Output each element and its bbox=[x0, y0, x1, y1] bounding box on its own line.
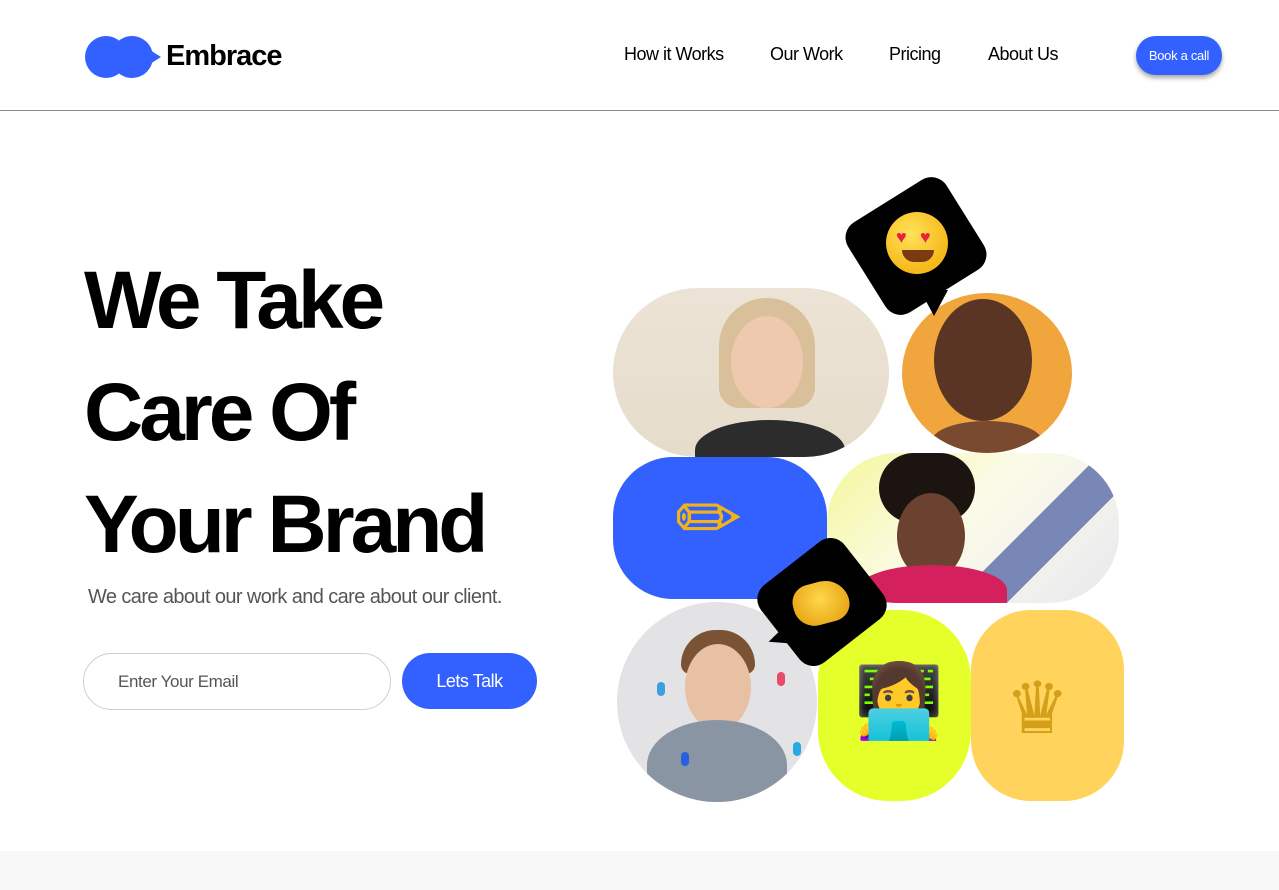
heart-eyes-emoji-icon: ♥ ♥ bbox=[886, 212, 948, 274]
next-section-band bbox=[0, 851, 1279, 890]
book-a-call-button[interactable]: Book a call bbox=[1136, 36, 1222, 75]
nav-our-work[interactable]: Our Work bbox=[770, 44, 843, 65]
brand-logo[interactable]: Embrace bbox=[85, 34, 283, 78]
woman-with-laptop-icon: 👩‍💻 bbox=[854, 659, 944, 743]
crown-icon: ♛ bbox=[1005, 666, 1070, 750]
hero-headline: We Take Care Of Your Brand bbox=[84, 245, 488, 581]
pencil-icon: ✏ bbox=[675, 472, 743, 565]
lets-talk-button[interactable]: Lets Talk bbox=[402, 653, 537, 709]
speech-bubble-top-tail bbox=[920, 290, 948, 316]
nav-how-it-works[interactable]: How it Works bbox=[624, 44, 724, 65]
logo-mark-icon bbox=[85, 34, 163, 78]
headline-line-1: We Take bbox=[84, 255, 385, 346]
brand-name: Embrace bbox=[166, 39, 283, 72]
email-input[interactable] bbox=[83, 653, 391, 710]
photo-laughing-woman bbox=[902, 293, 1072, 453]
hero-subtitle: We care about our work and care about ou… bbox=[88, 586, 502, 608]
nav-about-us[interactable]: About Us bbox=[988, 44, 1059, 65]
photo-smiling-woman bbox=[613, 288, 889, 457]
headline-line-3: Your Brand bbox=[84, 479, 488, 570]
site-header: Embrace How it Works Our Work Pricing Ab… bbox=[0, 0, 1279, 111]
headline-line-2: Care Of bbox=[84, 367, 356, 458]
crown-tile: ♛ bbox=[971, 610, 1124, 801]
nav-pricing[interactable]: Pricing bbox=[889, 44, 941, 65]
